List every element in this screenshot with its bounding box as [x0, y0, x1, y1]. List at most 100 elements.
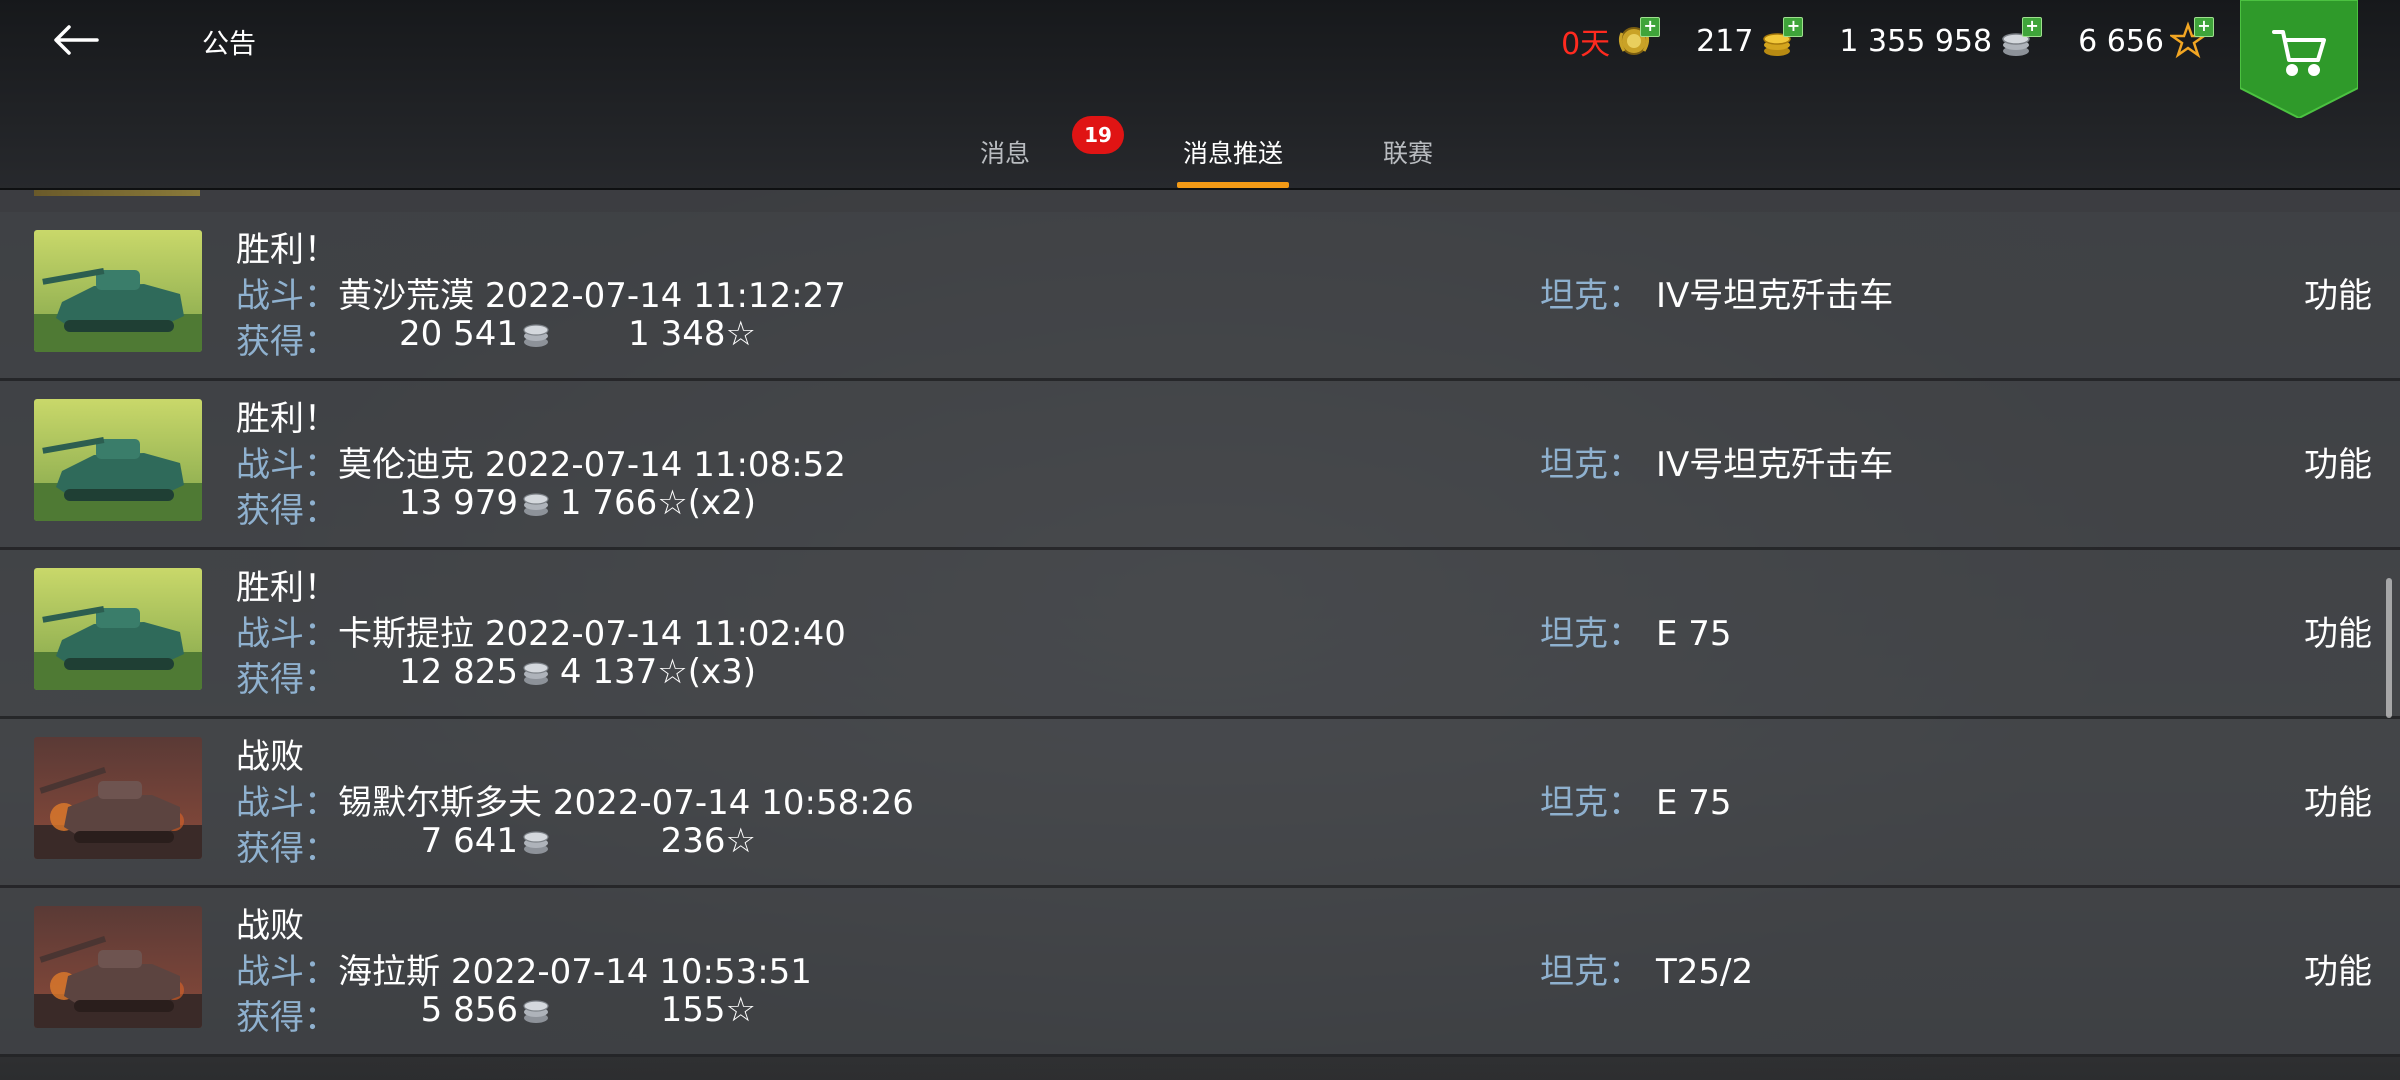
earnings-info: 获得： 20 541 1 348 ☆ [236, 314, 756, 363]
premium-icon: + [1616, 17, 1661, 61]
add-gold-icon[interactable]: + [1783, 17, 1804, 37]
tank-thumbnail [34, 568, 202, 690]
tab-bar: 消息 消息推送 联赛 [0, 118, 2400, 188]
list-scrollbar[interactable] [2386, 578, 2392, 718]
premium-account-counter[interactable]: 0天 + [1561, 17, 1661, 63]
xp-star-icon: ☆ [657, 652, 688, 692]
battle-map: 海拉斯 [338, 952, 440, 992]
gold-value: 217 [1696, 23, 1754, 59]
credits-amount: 20 541 [399, 314, 518, 354]
xp-multiplier: (x2) [687, 483, 756, 523]
battle-result-title: 战败 [236, 737, 304, 777]
credits-amount: 5 856 [420, 990, 518, 1030]
battle-result-list[interactable]: 胜利！ 战斗：黄沙荒漠 2022-07-14 11:12:27 获得： 20 5… [0, 190, 2400, 1080]
tank-name: IV号坦克歼击车 [1656, 445, 1894, 485]
tank-thumbnail [34, 230, 202, 352]
back-button[interactable] [44, 14, 108, 66]
xp-star-icon: ☆ [725, 821, 756, 861]
battle-label: 战斗： [236, 783, 338, 823]
credits-icon [523, 324, 549, 347]
battle-label: 战斗： [236, 276, 338, 316]
gold-icon: + [1759, 17, 1804, 61]
xp-star-icon: ☆ [725, 990, 756, 1030]
tab-messages[interactable]: 消息 [980, 134, 1030, 188]
earned-xp: 1 348 ☆ [556, 314, 756, 354]
earnings-info: 获得： 12 825 4 137 ☆ (x3) [236, 652, 756, 701]
shop-button[interactable] [2239, 0, 2359, 120]
tab-push-messages[interactable]: 消息推送 [1176, 134, 1290, 188]
list-item[interactable]: 胜利！ 战斗：黄沙荒漠 2022-07-14 11:12:27 获得： 20 5… [0, 212, 2400, 381]
list-item[interactable]: 胜利！ 战斗：卡斯提拉 2022-07-14 11:02:40 获得： 12 8… [0, 550, 2400, 719]
tank-name: T25/2 [1656, 952, 1754, 992]
credits-counter[interactable]: 1 355 958 + [1839, 17, 2043, 61]
battle-map: 莫伦迪克 [338, 445, 474, 485]
battle-label: 战斗： [236, 614, 338, 654]
arrow-left-icon [54, 25, 99, 55]
tank-info: 坦克： IV号坦克歼击车 [1540, 437, 1893, 486]
tank-thumbnail [34, 399, 202, 521]
unread-count-badge: 19 [1072, 116, 1124, 154]
battle-result-title: 胜利！ [236, 568, 338, 608]
earned-label: 获得： [236, 998, 338, 1038]
battle-info: 战斗：海拉斯 2022-07-14 10:53:51 [236, 944, 812, 993]
free-xp-counter[interactable]: 6 656 + [2078, 17, 2214, 61]
credits-icon [523, 662, 549, 685]
gold-counter[interactable]: 217 + [1696, 17, 1804, 61]
tank-thumbnail [34, 737, 202, 859]
earned-label: 获得： [236, 829, 338, 869]
credits-icon [523, 1000, 549, 1023]
battle-info: 战斗：卡斯提拉 2022-07-14 11:02:40 [236, 606, 846, 655]
battle-result-title: 胜利！ [236, 399, 338, 439]
credits-icon: + [1998, 17, 2043, 61]
tank-name: IV号坦克歼击车 [1656, 276, 1894, 316]
battle-time: 2022-07-14 11:12:27 [484, 276, 846, 316]
battle-result-title: 胜利！ [236, 230, 338, 270]
battle-info: 战斗：锡默尔斯多夫 2022-07-14 10:58:26 [236, 775, 914, 824]
battle-info: 战斗：莫伦迪克 2022-07-14 11:08:52 [236, 437, 846, 486]
tank-label: 坦克： [1540, 445, 1642, 485]
list-item[interactable]: 战败 战斗：锡默尔斯多夫 2022-07-14 10:58:26 获得： 7 6… [0, 719, 2400, 888]
xp-star-icon: ☆ [657, 483, 688, 523]
battle-time: 2022-07-14 11:08:52 [484, 445, 846, 485]
battle-result-title: 战败 [236, 906, 304, 946]
action-button[interactable]: 功能 [2304, 437, 2372, 486]
tank-info: 坦克： T25/2 [1540, 944, 1753, 993]
credits-amount: 7 641 [420, 821, 518, 861]
list-item[interactable]: 胜利！ 战斗：莫伦迪克 2022-07-14 11:08:52 获得： 13 9… [0, 381, 2400, 550]
earnings-info: 获得： 7 641 236 ☆ [236, 821, 756, 870]
earned-credits: 5 856 [324, 990, 554, 1030]
earned-credits: 13 979 [324, 483, 554, 523]
premium-days-value: 0天 [1561, 27, 1611, 62]
credits-amount: 13 979 [399, 483, 518, 523]
battle-time: 2022-07-14 10:58:26 [552, 783, 914, 823]
add-free-xp-icon[interactable]: + [2194, 17, 2214, 37]
action-button[interactable]: 功能 [2304, 606, 2372, 655]
tank-label: 坦克： [1540, 614, 1642, 654]
tank-thumbnail [34, 190, 200, 196]
free-xp-value: 6 656 [2078, 23, 2164, 59]
action-button[interactable]: 功能 [2304, 268, 2372, 317]
list-item[interactable]: 战败 战斗：海拉斯 2022-07-14 10:53:51 获得： 5 856 … [0, 888, 2400, 1057]
battle-time: 2022-07-14 10:53:51 [450, 952, 812, 992]
tab-league[interactable]: 联赛 [1383, 134, 1433, 188]
xp-amount: 4 137 [559, 652, 658, 692]
list-item-partial [0, 190, 2400, 212]
action-button[interactable]: 功能 [2304, 944, 2372, 993]
earned-xp: 155 ☆ [556, 990, 756, 1030]
credits-icon [523, 831, 549, 854]
credits-value: 1 355 958 [1839, 23, 1993, 59]
earned-xp: 1 766 ☆ (x2) [556, 483, 756, 523]
tank-thumbnail [34, 906, 202, 1028]
earned-label: 获得： [236, 322, 338, 362]
action-button[interactable]: 功能 [2304, 775, 2372, 824]
battle-info: 战斗：黄沙荒漠 2022-07-14 11:12:27 [236, 268, 846, 317]
add-premium-icon[interactable]: + [1640, 17, 1661, 37]
add-credits-icon[interactable]: + [2022, 17, 2043, 37]
earned-credits: 20 541 [324, 314, 554, 354]
battle-time: 2022-07-14 11:02:40 [484, 614, 846, 654]
tank-info: 坦克： E 75 [1540, 606, 1732, 655]
earned-label: 获得： [236, 660, 338, 700]
earnings-info: 获得： 13 979 1 766 ☆ (x2) [236, 483, 756, 532]
xp-amount: 1 766 [559, 483, 658, 523]
page-title: 公告 [202, 29, 256, 60]
